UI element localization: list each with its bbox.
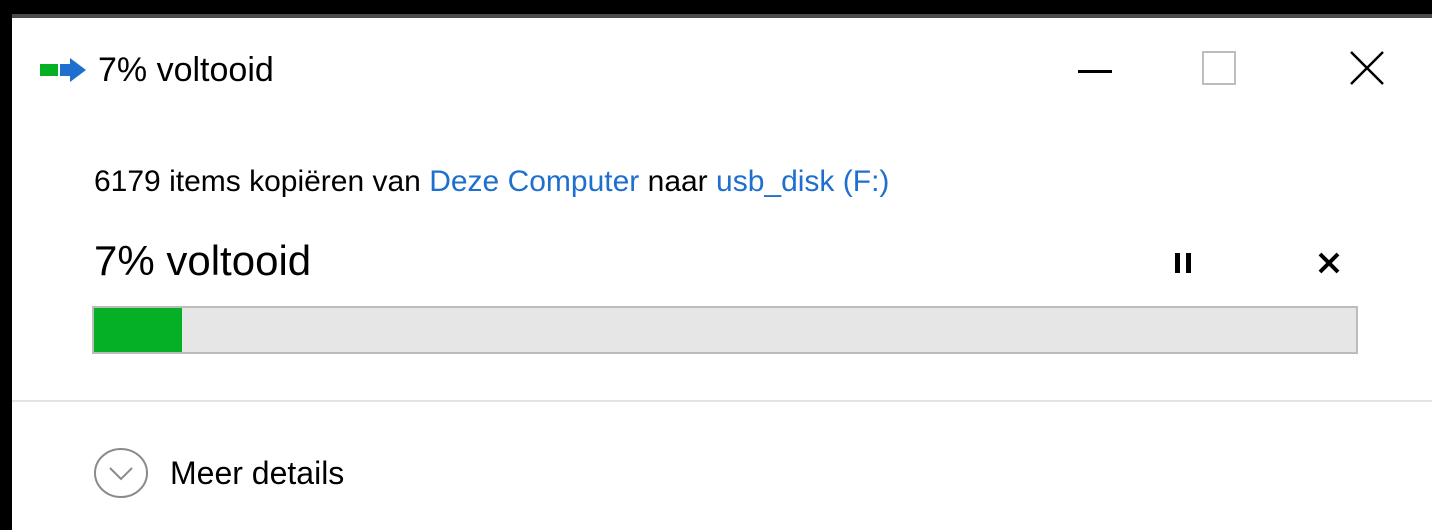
minimize-button[interactable] [1050,40,1140,100]
close-button[interactable] [1322,40,1412,100]
chevron-down-circle-icon [92,446,150,500]
maximize-button[interactable] [1174,40,1264,100]
more-details-toggle[interactable]: Meer details [92,446,344,500]
minimize-icon [1078,61,1112,79]
copy-progress-window: 7% voltooid 6179 items kopiëren van Deze… [12,14,1432,530]
file-copy-icon [40,58,88,88]
source-link[interactable]: Deze Computer [429,165,639,198]
pause-icon [1173,251,1193,280]
cancel-operation-button[interactable] [1304,240,1354,290]
pause-button[interactable] [1158,240,1208,290]
divider [12,400,1432,402]
title-bar[interactable]: 7% voltooid [12,18,1432,118]
more-details-label: Meer details [170,454,345,491]
copy-description-middle: naar [639,165,717,198]
progress-bar [92,306,1358,354]
progress-fill [94,308,183,352]
window-title: 7% voltooid [98,51,274,89]
cancel-icon [1317,251,1341,280]
copy-description-prefix: 6179 items kopiëren van [94,165,430,198]
close-icon [1349,50,1385,91]
copy-description: 6179 items kopiëren van Deze Computer na… [94,162,889,202]
progress-status: 7% voltooid [94,237,312,284]
maximize-icon [1202,50,1236,90]
destination-link[interactable]: usb_disk (F:) [716,165,889,198]
